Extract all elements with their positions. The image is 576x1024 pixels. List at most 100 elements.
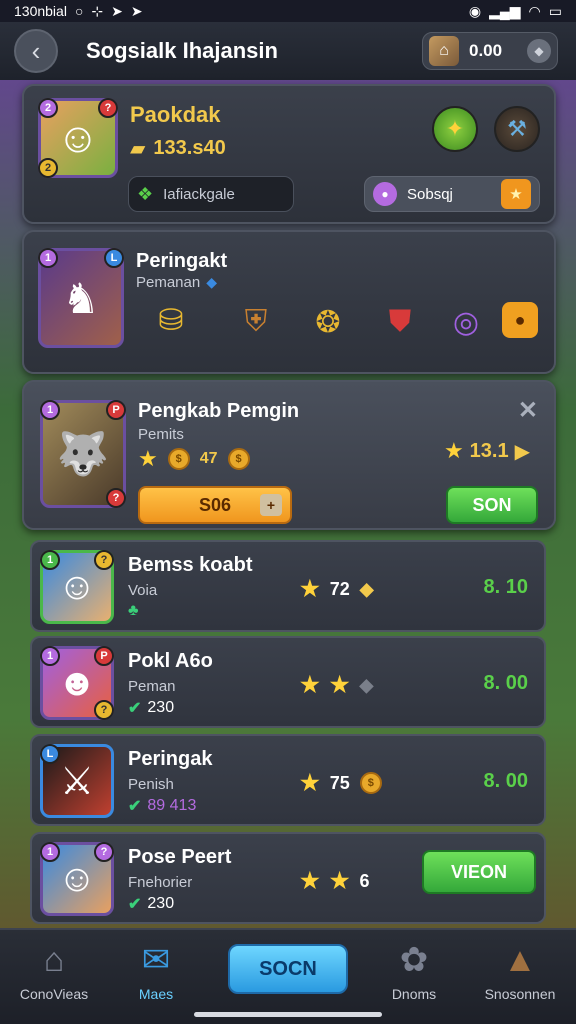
join-button[interactable]: SON (446, 486, 538, 524)
star-icon: ★ (138, 446, 158, 471)
row-stars: ★ ★ 6 (300, 868, 370, 893)
level-badge: 1 (38, 248, 58, 268)
close-icon[interactable]: ✕ (518, 396, 538, 425)
search-input[interactable]: ❖ Iafiackgale (128, 176, 294, 212)
player-name: Pengkab Pemgin (138, 400, 300, 422)
profile-card: ☺ 2 ? 2 Paokdak ▰ 133.s40 ✦ ⚒ ❖ Iafiackg… (22, 84, 556, 224)
row-subtitle: Voia (128, 582, 158, 599)
rank-badge: P (106, 400, 126, 420)
hat-icon: ▲ (503, 940, 537, 979)
star-icon: ★ (443, 438, 464, 463)
back-button[interactable]: ‹ (14, 29, 58, 73)
row-score: ✔ 230 (128, 895, 175, 913)
chevron-left-icon: ‹ (31, 35, 41, 66)
view-button[interactable]: VIEON (422, 850, 536, 894)
star-icon: ★ (300, 868, 320, 893)
plus-icon: + (260, 494, 282, 516)
player-value: ▰ 133.s40 (130, 137, 226, 160)
rank-badge: ? (94, 842, 114, 862)
tier-badge: ? (94, 700, 114, 720)
signal-icon: ▂▄▆ (489, 2, 521, 19)
rank-badge: ? (98, 98, 118, 118)
row-stars: ★ 72 ◆ (300, 576, 374, 601)
level-badge: 2 (38, 98, 58, 118)
list-item[interactable]: ☺ 1 ? Pose Peert Fnehorier ✔ 230 ★ ★ 6 V… (30, 832, 546, 924)
star-icon: ★ (329, 868, 350, 893)
nav-item-maps[interactable]: ✉ Maes (106, 940, 206, 1002)
check-icon: ✔ (128, 896, 142, 913)
resource-row: ★ $ 47 $ (138, 446, 250, 472)
circle-icon: ○ (74, 3, 84, 19)
tool-button[interactable]: ⚒ (494, 106, 540, 152)
row-stars: ★ 75 $ (300, 770, 382, 796)
featured-card: 🐺 1 P ? Pengkab Pemgin Pemits ★ $ 47 $ ★… (22, 380, 556, 530)
level-badge: L (40, 744, 60, 764)
nav-item-snosonnen[interactable]: ▲ Snosonnen (470, 940, 570, 1003)
top-bar: ‹ Sogsialk Ihajansin ⌂ 0.00 ◆ (0, 22, 576, 80)
star-icon: ★ (300, 576, 320, 601)
star-box-icon: ★ (501, 179, 531, 209)
player-subtitle: Pemits (138, 426, 184, 443)
play-icon: ▶ (514, 440, 530, 463)
coin-icon: $ (167, 448, 190, 470)
row-stars: ★ ★ ◆ (300, 672, 373, 698)
check-icon: ✔ (128, 798, 142, 815)
leaf-icon: ❖ (137, 183, 154, 204)
star-score: ★ 13.1 ▶ (443, 438, 530, 463)
upgrade-button[interactable]: S06 + (138, 486, 292, 524)
player-subtitle: Pemanan ◆ (136, 274, 217, 291)
nav-item-dnoms[interactable]: ✿ Dnoms (364, 940, 464, 1002)
center-action-button[interactable]: SOCN (228, 944, 348, 994)
clover-icon: ♣ (128, 602, 139, 619)
rank-badge: P (94, 646, 114, 666)
row-title: Peringak (128, 748, 213, 770)
coin-icon: $ (227, 448, 250, 470)
location-icon: ◉ (468, 2, 482, 19)
list-item[interactable]: ⚔ L Peringak Penish ✔ 89 413 ★ 75 $ 8. 0… (30, 734, 546, 826)
star-icon: ★ (300, 672, 320, 697)
row-score: ✔ 230 (128, 699, 175, 717)
send-icon: ➤ (130, 2, 143, 19)
gem-icon: ◆ (206, 274, 217, 290)
home-indicator[interactable] (194, 1012, 382, 1017)
level-badge: 1 (40, 646, 60, 666)
currency-display[interactable]: ⌂ 0.00 ◆ (422, 32, 558, 70)
hammer-icon: ⚒ (507, 116, 527, 141)
row-value: 8. 00 (483, 672, 528, 694)
level-badge: 1 (40, 400, 60, 420)
row-title: Bemss koabt (128, 554, 253, 576)
map-icon: ✉ (141, 941, 171, 979)
star-icon: ★ (300, 770, 320, 795)
tier-badge: 2 (38, 158, 58, 178)
bottom-nav: ⌂ ConoVieas ✉ Maes SOCN ✿ Dnoms ▲ Snoson… (0, 928, 576, 1024)
list-item[interactable]: ☻ 1 P ? Pokl A6o Peman ✔ 230 ★ ★ ◆ 8. 00 (30, 636, 546, 728)
shield-icon[interactable]: ⛨ (234, 300, 278, 344)
rank-badge: ? (94, 550, 114, 570)
star-icon: ★ (329, 672, 350, 697)
row-score: ♣ (128, 602, 139, 620)
orb-icon[interactable]: ◎ (444, 300, 488, 344)
player-name: Peringakt (136, 250, 228, 272)
grid-icon: ⊹ (91, 2, 104, 19)
gift-icon: ✦ (445, 116, 465, 141)
reward-button[interactable]: ✦ (432, 106, 478, 152)
rank-badge: L (104, 248, 124, 268)
level-badge: 1 (40, 550, 60, 570)
gem-icon: ◆ (359, 578, 374, 599)
nav-item-home[interactable]: ⌂ ConoVieas (4, 940, 104, 1003)
gold-pile-icon[interactable]: ⛁ (136, 298, 206, 342)
row-value: 8. 00 (483, 770, 528, 792)
list-item[interactable]: ☺ 1 ? Bemss koabt Voia ♣ ★ 72 ◆ 8. 10 (30, 540, 546, 632)
level-badge: 1 (40, 842, 60, 862)
row-subtitle: Peman (128, 678, 176, 695)
token-icon[interactable]: ● (502, 302, 538, 338)
crest-icon[interactable]: ⛊ (378, 300, 422, 344)
gold-bar-icon: ▰ (130, 138, 146, 160)
social-pill[interactable]: ● Sobsqj ★ (364, 176, 540, 212)
currency-value: 0.00 (469, 41, 503, 60)
row-title: Pose Peert (128, 846, 232, 868)
row-score: ✔ 89 413 (128, 797, 197, 815)
amulet-icon[interactable]: ❂ (306, 300, 350, 344)
home-icon: ⌂ (43, 940, 65, 979)
row-subtitle: Fnehorier (128, 874, 193, 891)
